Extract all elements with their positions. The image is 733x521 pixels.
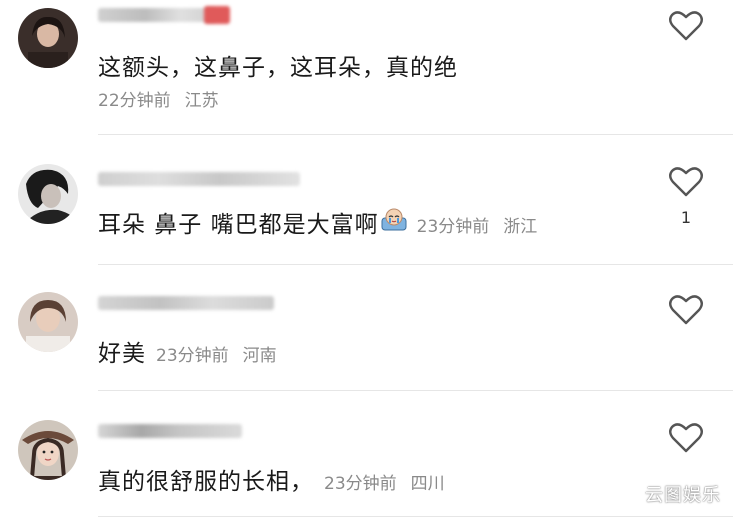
divider xyxy=(98,264,733,265)
heart-outline-icon[interactable] xyxy=(668,294,704,326)
comment-text: 这额头，这鼻子，这耳朵，真的绝 xyxy=(98,55,458,81)
watermark: 云图娱乐 xyxy=(645,485,721,506)
comment-text-line: 真的很舒服的长相， 23分钟前 四川 xyxy=(98,462,459,496)
crying-emoji-icon xyxy=(379,206,409,232)
username-blurred[interactable] xyxy=(98,296,274,310)
comment-text-line: 这额头，这鼻子，这耳朵，真的绝 xyxy=(98,48,458,82)
divider xyxy=(98,134,733,135)
comment-text: 真的很舒服的长相， xyxy=(98,469,314,495)
divider xyxy=(98,516,733,517)
comment-time: 23分钟前 xyxy=(324,474,397,494)
comment-text: 好美 xyxy=(98,341,146,367)
comment-location: 河南 xyxy=(242,346,277,366)
comment-text-line: 耳朵 鼻子 嘴巴都是大富啊 23分钟前 浙江 xyxy=(98,205,551,239)
comment-time: 23分钟前 xyxy=(416,217,490,237)
heart-outline-icon[interactable] xyxy=(668,422,704,454)
comment-location: 四川 xyxy=(410,474,445,494)
comment-meta: 23分钟前 四川 xyxy=(324,469,459,494)
comment-location: 浙江 xyxy=(503,217,538,237)
comment-text: 耳朵 鼻子 嘴巴都是大富啊 xyxy=(98,212,379,238)
comment-meta: 23分钟前 河南 xyxy=(156,341,291,366)
comment-meta: 23分钟前 浙江 xyxy=(417,212,552,237)
heart-outline-icon[interactable] xyxy=(668,166,704,198)
like-count: 1 xyxy=(680,208,692,227)
avatar[interactable] xyxy=(18,420,78,480)
avatar[interactable] xyxy=(18,164,78,224)
comment-time: 23分钟前 xyxy=(156,346,229,366)
username-blurred[interactable] xyxy=(98,172,300,186)
avatar[interactable] xyxy=(18,292,78,352)
user-badge-blurred xyxy=(204,6,230,24)
comment-location: 江苏 xyxy=(184,91,219,111)
divider xyxy=(98,390,733,391)
heart-outline-icon[interactable] xyxy=(668,10,704,42)
comment-time: 22分钟前 xyxy=(98,91,171,111)
avatar[interactable] xyxy=(18,8,78,68)
comment-text-line: 好美 23分钟前 河南 xyxy=(98,334,291,368)
comment-meta: 22分钟前 江苏 xyxy=(98,86,233,111)
username-blurred[interactable] xyxy=(98,424,242,438)
username-blurred[interactable] xyxy=(98,8,216,22)
